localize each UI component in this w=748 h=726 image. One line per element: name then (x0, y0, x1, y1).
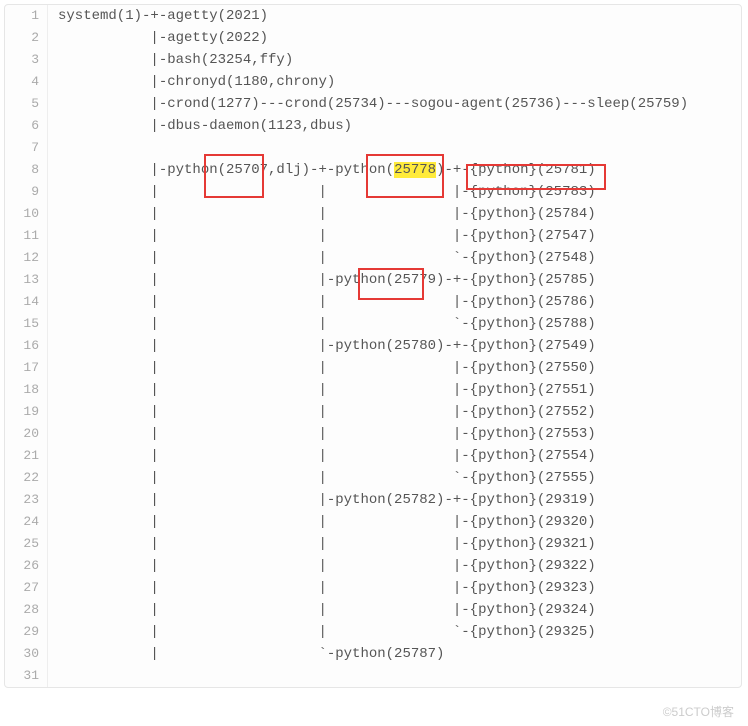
line-content: | | |-{python}(29321) (48, 533, 596, 555)
code-line: 1systemd(1)-+-agetty(2021) (5, 5, 721, 27)
code-line: 11 | | |-{python}(27547) (5, 225, 721, 247)
line-number: 12 (5, 247, 48, 269)
line-content: |-dbus-daemon(1123,dbus) (48, 115, 352, 137)
line-number: 22 (5, 467, 48, 489)
line-number: 20 (5, 423, 48, 445)
line-number: 6 (5, 115, 48, 137)
line-content: | | |-{python}(29324) (48, 599, 596, 621)
line-content: |-bash(23254,ffy) (48, 49, 293, 71)
code-line: 3 |-bash(23254,ffy) (5, 49, 721, 71)
line-number: 5 (5, 93, 48, 115)
line-content: | | |-{python}(27553) (48, 423, 596, 445)
line-number: 28 (5, 599, 48, 621)
code-line: 7 (5, 137, 721, 159)
code-line: 30 | `-python(25787) (5, 643, 721, 665)
line-number: 21 (5, 445, 48, 467)
code-line: 20 | | |-{python}(27553) (5, 423, 721, 445)
code-line: 24 | | |-{python}(29320) (5, 511, 721, 533)
line-number: 29 (5, 621, 48, 643)
line-content: | | |-{python}(25786) (48, 291, 596, 313)
code-line: 22 | | `-{python}(27555) (5, 467, 721, 489)
watermark: ©51CTO博客 (663, 703, 734, 720)
code-line: 19 | | |-{python}(27552) (5, 401, 721, 423)
code-line: 9 | | |-{python}(25783) (5, 181, 721, 203)
code-line: 18 | | |-{python}(27551) (5, 379, 721, 401)
line-content: | | |-{python}(27552) (48, 401, 596, 423)
line-content: | | |-{python}(29322) (48, 555, 596, 577)
line-content: | | `-{python}(25788) (48, 313, 596, 335)
code-line: 13 | |-python(25779)-+-{python}(25785) (5, 269, 721, 291)
line-content: | | |-{python}(27551) (48, 379, 596, 401)
line-number: 19 (5, 401, 48, 423)
line-content: | `-python(25787) (48, 643, 444, 665)
code-line: 17 | | |-{python}(27550) (5, 357, 721, 379)
line-number: 8 (5, 159, 48, 181)
code-line: 29 | | `-{python}(29325) (5, 621, 721, 643)
code-line-container: 1systemd(1)-+-agetty(2021)2 |-agetty(202… (5, 5, 721, 687)
line-content: | | `-{python}(29325) (48, 621, 596, 643)
line-number: 24 (5, 511, 48, 533)
line-number: 10 (5, 203, 48, 225)
line-content: | |-python(25782)-+-{python}(29319) (48, 489, 596, 511)
line-number: 27 (5, 577, 48, 599)
code-line: 14 | | |-{python}(25786) (5, 291, 721, 313)
line-number: 4 (5, 71, 48, 93)
line-content: | |-python(25779)-+-{python}(25785) (48, 269, 596, 291)
code-line: 21 | | |-{python}(27554) (5, 445, 721, 467)
code-line: 23 | |-python(25782)-+-{python}(29319) (5, 489, 721, 511)
line-number: 15 (5, 313, 48, 335)
code-line: 5 |-crond(1277)---crond(25734)---sogou-a… (5, 93, 721, 115)
code-line: 15 | | `-{python}(25788) (5, 313, 721, 335)
line-number: 14 (5, 291, 48, 313)
line-number: 31 (5, 665, 48, 687)
code-line: 16 | |-python(25780)-+-{python}(27549) (5, 335, 721, 357)
code-line: 25 | | |-{python}(29321) (5, 533, 721, 555)
line-number: 16 (5, 335, 48, 357)
line-number: 7 (5, 137, 48, 159)
line-number: 2 (5, 27, 48, 49)
line-number: 23 (5, 489, 48, 511)
line-content: | | |-{python}(27547) (48, 225, 596, 247)
code-line: 10 | | |-{python}(25784) (5, 203, 721, 225)
line-number: 1 (5, 5, 48, 27)
line-content: | | |-{python}(29320) (48, 511, 596, 533)
line-number: 17 (5, 357, 48, 379)
line-content: | | |-{python}(27550) (48, 357, 596, 379)
line-number: 3 (5, 49, 48, 71)
code-line: 26 | | |-{python}(29322) (5, 555, 721, 577)
line-number: 11 (5, 225, 48, 247)
line-content: |-python(25707,dlj)-+-python(25778)-+-{p… (48, 159, 596, 181)
code-line: 6 |-dbus-daemon(1123,dbus) (5, 115, 721, 137)
code-line: 27 | | |-{python}(29323) (5, 577, 721, 599)
code-panel: 1systemd(1)-+-agetty(2021)2 |-agetty(202… (4, 4, 742, 688)
code-line: 2 |-agetty(2022) (5, 27, 721, 49)
line-content: | |-python(25780)-+-{python}(27549) (48, 335, 596, 357)
line-content: |-chronyd(1180,chrony) (48, 71, 335, 93)
line-content: | | |-{python}(25783) (48, 181, 596, 203)
line-content: | | |-{python}(27554) (48, 445, 596, 467)
line-content: |-agetty(2022) (48, 27, 268, 49)
line-number: 13 (5, 269, 48, 291)
line-number: 25 (5, 533, 48, 555)
line-number: 30 (5, 643, 48, 665)
code-line: 12 | | `-{python}(27548) (5, 247, 721, 269)
line-number: 9 (5, 181, 48, 203)
line-number: 26 (5, 555, 48, 577)
line-content: | | |-{python}(25784) (48, 203, 596, 225)
line-content: systemd(1)-+-agetty(2021) (48, 5, 268, 27)
line-content: | | |-{python}(29323) (48, 577, 596, 599)
line-content: | | `-{python}(27555) (48, 467, 596, 489)
line-number: 18 (5, 379, 48, 401)
highlight-span: 25778 (394, 162, 436, 178)
line-content: | | `-{python}(27548) (48, 247, 596, 269)
code-line: 8 |-python(25707,dlj)-+-python(25778)-+-… (5, 159, 721, 181)
code-line: 31 (5, 665, 721, 687)
code-line: 4 |-chronyd(1180,chrony) (5, 71, 721, 93)
line-content: |-crond(1277)---crond(25734)---sogou-age… (48, 93, 688, 115)
code-line: 28 | | |-{python}(29324) (5, 599, 721, 621)
